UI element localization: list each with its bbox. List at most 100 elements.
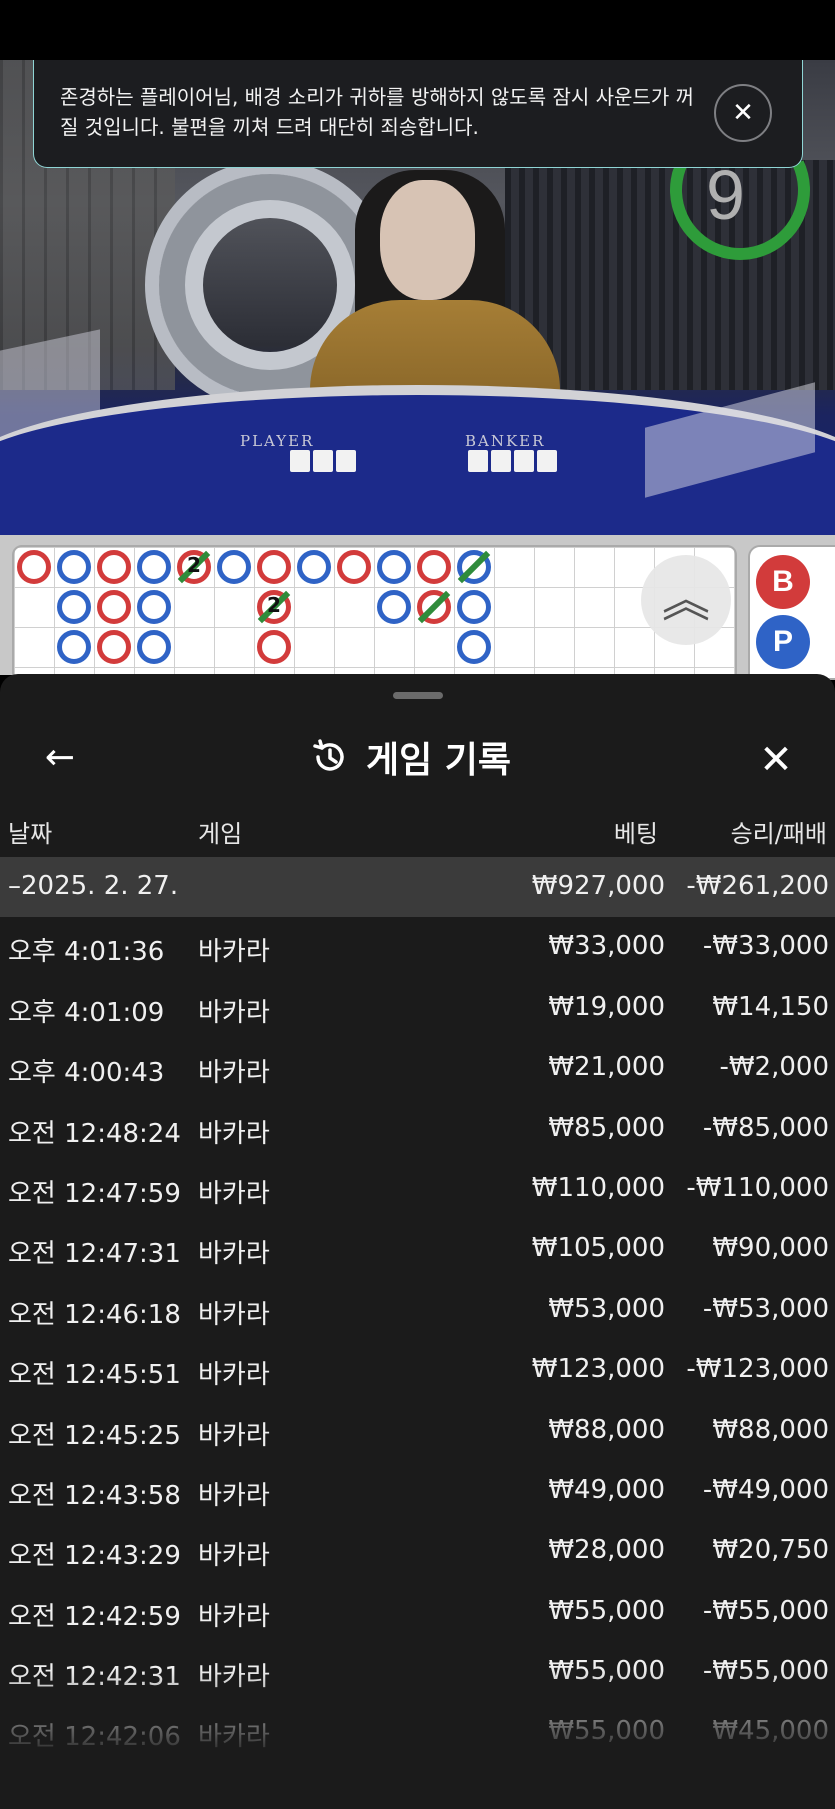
row-result: -₩110,000 [686,1172,829,1203]
row-result: ₩20,750 [712,1535,829,1566]
date-summary-row[interactable]: –2025. 2. 27. ₩927,000 -₩261,200 [0,857,835,918]
row-bet: ₩85,000 [548,1112,665,1143]
player-bead [137,630,171,664]
row-result: -₩55,000 [702,1595,829,1626]
row-game: 바카라 [198,1299,270,1330]
row-bet: ₩49,000 [548,1474,665,1505]
table-row[interactable]: 오전 12:45:51 바카라 ₩123,000 -₩123,000 [0,1340,835,1400]
row-game: 바카라 [198,997,270,1028]
column-header-game: 게임 [198,820,243,848]
table-row[interactable]: 오전 12:42:31 바카라 ₩55,000 -₩55,000 [0,1642,835,1702]
row-result: -₩85,000 [702,1112,829,1143]
row-date: 오후 4:01:09 [8,997,165,1028]
table-row[interactable]: 오후 4:01:36 바카라 ₩33,000 -₩33,000 [0,917,835,977]
row-bet: ₩88,000 [548,1414,665,1445]
player-bead [217,550,251,584]
player-bead [457,630,491,664]
history-table: –2025. 2. 27. ₩927,000 -₩261,200 오후 4:01… [0,857,835,1763]
banker-cards [468,450,557,472]
row-bet: ₩55,000 [548,1716,665,1747]
row-game: 바카라 [198,1662,270,1693]
row-result: -₩123,000 [686,1354,829,1385]
row-bet: ₩21,000 [548,1052,665,1083]
row-bet: ₩55,000 [548,1656,665,1687]
table-row[interactable]: 오전 12:46:18 바카라 ₩53,000 -₩53,000 [0,1280,835,1340]
row-result: -₩49,000 [702,1474,829,1505]
tie-count: 2 [187,553,201,577]
row-bet: ₩110,000 [531,1172,665,1203]
card [336,450,356,472]
history-rows: 오후 4:01:36 바카라 ₩33,000 -₩33,000 오후 4:01:09 바카… [0,917,835,1762]
table-row[interactable]: 오전 12:42:06 바카라 ₩55,000 ₩45,000 [0,1702,835,1762]
row-game: 바카라 [198,1360,270,1391]
row-result: ₩88,000 [712,1414,829,1445]
column-header-result: 승리/패배 [730,820,827,848]
sound-notice-toast: 존경하는 플레이어님, 배경 소리가 귀하를 방해하지 않도록 잠시 사운드가 … [33,60,803,168]
bead-road-grid: 2 2 [12,545,737,685]
sheet-drag-handle[interactable] [393,692,443,699]
banker-bead [417,550,451,584]
table-row[interactable]: 오전 12:42:59 바카라 ₩55,000 -₩55,000 [0,1582,835,1642]
row-bet: ₩55,000 [548,1595,665,1626]
row-bet: ₩53,000 [548,1293,665,1324]
card [491,450,511,472]
row-result: -₩53,000 [702,1293,829,1324]
table-row[interactable]: 오전 12:47:59 바카라 ₩110,000 -₩110,000 [0,1159,835,1219]
history-icon [313,739,344,771]
row-game: 바카라 [198,1480,270,1511]
card [468,450,488,472]
banker-bead [97,590,131,624]
card [514,450,534,472]
column-header-date: 날짜 [8,820,53,848]
expand-roadmap-button[interactable]: ︽ [641,555,731,645]
player-bead [297,550,331,584]
row-date: 오전 12:45:25 [8,1420,181,1451]
row-date: 오전 12:45:51 [8,1360,181,1391]
close-icon: ✕ [732,98,754,128]
row-date: 오전 12:42:59 [8,1601,181,1632]
card [290,450,310,472]
player-bead [57,590,91,624]
table-row[interactable]: 오전 12:48:24 바카라 ₩85,000 -₩85,000 [0,1099,835,1159]
player-cards [290,450,356,472]
row-result: ₩90,000 [712,1233,829,1264]
table-row[interactable]: 오후 4:01:09 바카라 ₩19,000 ₩14,150 [0,978,835,1038]
back-button[interactable]: ← [38,736,82,780]
tie-count: 2 [267,593,281,617]
row-result: -₩33,000 [702,931,829,962]
row-date: 오전 12:47:31 [8,1239,181,1270]
player-label: PLAYER [240,432,315,450]
row-result: ₩45,000 [712,1716,829,1747]
summary-bet: ₩927,000 [531,871,665,901]
row-result: -₩2,000 [719,1052,829,1083]
player-bead [377,590,411,624]
banker-ask-button[interactable]: B [756,555,810,609]
row-game: 바카라 [198,1058,270,1089]
row-game: 바카라 [198,1178,270,1209]
player-ask-button[interactable]: P [756,615,810,669]
table-row[interactable]: 오전 12:45:25 바카라 ₩88,000 ₩88,000 [0,1401,835,1461]
table-header: 날짜 게임 베팅 승리/패배 [0,804,835,854]
player-bead [57,550,91,584]
row-date: 오후 4:01:36 [8,937,165,968]
row-game: 바카라 [198,1420,270,1451]
table-row[interactable]: 오후 4:00:43 바카라 ₩21,000 -₩2,000 [0,1038,835,1098]
card [537,450,557,472]
row-bet: ₩105,000 [531,1233,665,1264]
column-header-bet: 베팅 [613,820,658,848]
row-game: 바카라 [198,1722,270,1753]
table-row[interactable]: 오전 12:47:31 바카라 ₩105,000 ₩90,000 [0,1219,835,1279]
banker-bead [97,630,131,664]
summary-date: –2025. 2. 27. [8,871,179,901]
close-button[interactable]: ✕ [752,736,800,784]
sheet-title-group: 게임 기록 [310,732,511,782]
banker-bead [97,550,131,584]
row-game: 바카라 [198,1541,270,1572]
dealer-face [380,180,475,300]
notice-close-button[interactable]: ✕ [714,84,772,142]
table-row[interactable]: 오전 12:43:58 바카라 ₩49,000 -₩49,000 [0,1461,835,1521]
table-row[interactable]: 오전 12:43:29 바카라 ₩28,000 ₩20,750 [0,1521,835,1581]
banker-bead [257,630,291,664]
row-game: 바카라 [198,1601,270,1632]
row-game: 바카라 [198,1118,270,1149]
